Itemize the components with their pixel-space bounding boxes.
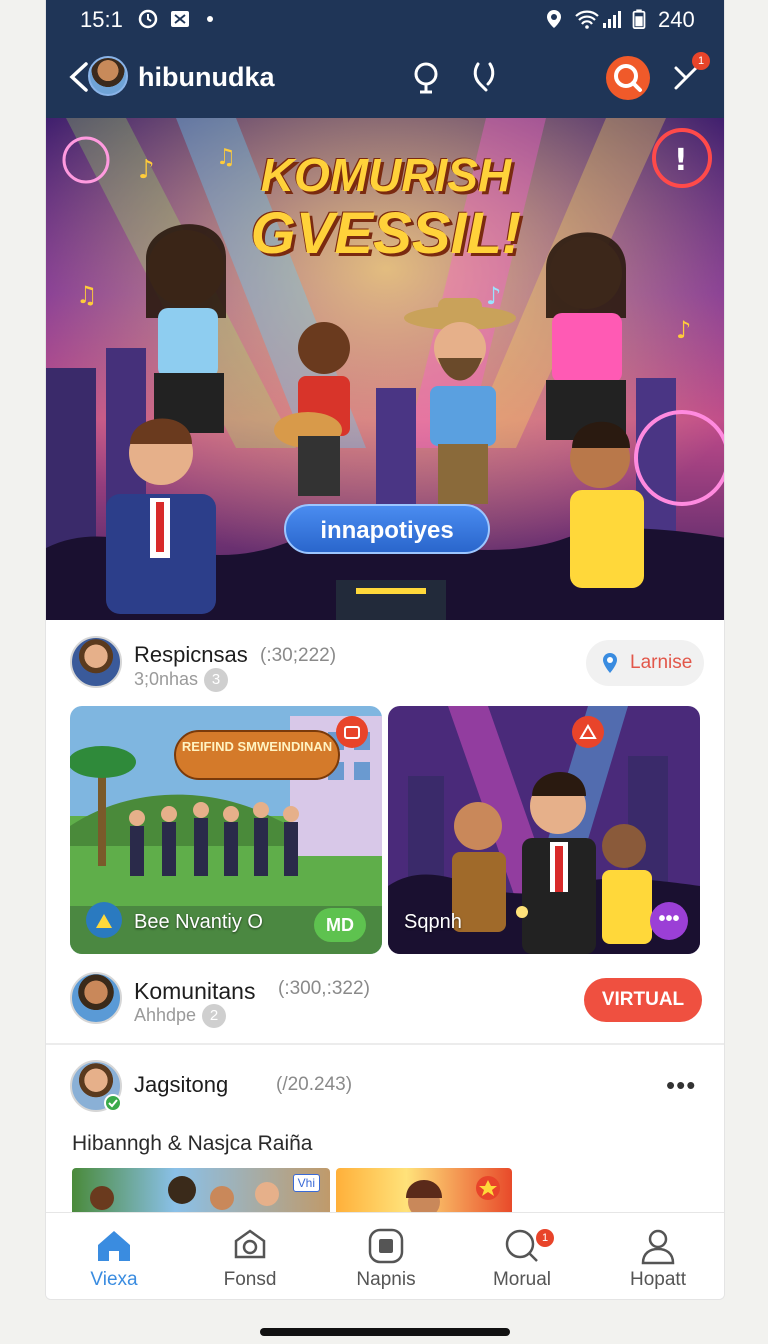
post1-sub-text: 3;0nhas — [134, 668, 199, 689]
post1-meta: (:30;222) — [260, 645, 337, 666]
back-arrow-icon[interactable] — [68, 62, 90, 92]
post3-header: Jagsitong (/20.243) — [70, 1060, 710, 1120]
post1-name[interactable]: Respicnsas — [134, 642, 248, 668]
app-header: hibunudka 1 — [46, 48, 724, 110]
post2-meta: (:300,:322) — [278, 978, 370, 999]
hero-title-line2: GVESSIL! — [250, 201, 522, 266]
media-card-1[interactable]: REIFIND SMWEINDINAN Bee Nvantiy O MD — [70, 706, 382, 954]
nav-home[interactable]: Viexa — [46, 1213, 182, 1299]
search-magnifier-icon — [614, 64, 642, 92]
media-card-2[interactable]: Sqpnh ••• — [388, 706, 700, 954]
location-pill-button[interactable]: Larnise — [586, 640, 704, 686]
virtual-button[interactable]: VIRTUAL — [584, 978, 702, 1022]
post1-sub: 3;0nhas 3 — [134, 668, 229, 692]
card1-tag[interactable]: MD — [314, 908, 366, 942]
location-pill-label: Larnise — [630, 652, 693, 673]
hero-pill-button[interactable]: innapotiyes — [284, 504, 490, 554]
post3-meta: (/20.243) — [276, 1074, 353, 1095]
card2-alert-badge[interactable] — [572, 716, 604, 748]
thumbnail-badge: Vhi — [292, 1174, 320, 1192]
hero-banner[interactable]: ♪ ♫ ♫ ♪ ♪ ! KOMURISH GVESSIL! innapotiye… — [46, 118, 724, 620]
hero-title-line1: KOMURISH — [260, 149, 512, 201]
nav-napnis-label: Napnis — [356, 1269, 416, 1290]
post1-avatar[interactable] — [70, 636, 122, 688]
nav-hopatt-label: Hopatt — [630, 1269, 686, 1290]
post3-name[interactable]: Jagsitong — [134, 1072, 228, 1098]
section-divider — [46, 1043, 724, 1045]
status-time: 15:1 — [80, 7, 123, 32]
svg-text:♪: ♪ — [486, 282, 501, 310]
location-icon — [547, 10, 561, 28]
square-icon — [368, 1228, 404, 1264]
microphone-icon[interactable] — [468, 60, 502, 94]
nav-home-label: Viexa — [90, 1269, 138, 1290]
post3-caption: Hibanngh & Nasjca Raiña — [72, 1132, 313, 1155]
nav-morual-badge: 1 — [536, 1229, 554, 1247]
header-title: hibunudka — [138, 62, 275, 92]
post1-count-badge: 3 — [204, 668, 229, 692]
alarm-icon — [138, 9, 158, 29]
post3-thumbnail-1[interactable]: Vhi — [72, 1168, 330, 1214]
card2-label: Sqpnh — [404, 911, 462, 933]
verified-icon — [104, 1094, 122, 1112]
search-icon[interactable] — [410, 60, 444, 94]
nav-morual[interactable]: 1 Morual — [454, 1213, 590, 1299]
post3-more-button[interactable]: ••• — [666, 1070, 696, 1101]
performer-photo-illustration — [406, 1176, 500, 1214]
battery-icon — [632, 9, 646, 29]
nav-morual-label: Morual — [492, 1269, 552, 1290]
app-notification-icon — [171, 11, 189, 27]
top-bar: 15:1 240 hibunudka 1 — [46, 0, 724, 118]
wifi-icon — [575, 10, 599, 29]
nav-fonsd[interactable]: Fonsd — [182, 1213, 318, 1299]
post2-sub: Ahhdpe 2 — [134, 1004, 227, 1028]
camera-icon — [234, 1229, 266, 1259]
signal-icon — [603, 11, 621, 28]
post2-avatar[interactable] — [70, 972, 122, 1024]
card1-camera-badge[interactable] — [336, 716, 368, 748]
home-indicator[interactable] — [260, 1328, 510, 1336]
person-alert-icon — [579, 724, 597, 739]
header-avatar[interactable] — [88, 56, 128, 96]
battery-level: 240 — [658, 7, 695, 32]
status-bar: 15:1 240 — [46, 0, 724, 40]
nav-hopatt[interactable]: Hopatt — [590, 1213, 724, 1299]
camera-icon — [344, 726, 360, 739]
search-button[interactable] — [606, 56, 650, 100]
svg-text:♪: ♪ — [676, 316, 691, 344]
profile-icon — [641, 1229, 675, 1265]
group-photo-illustration — [90, 1176, 279, 1210]
post2-name[interactable]: Komunitans — [134, 978, 255, 1005]
post2-count-badge: 2 — [202, 1004, 227, 1028]
bottom-nav: Viexa Fonsd Napnis 1 Morual Hopatt — [46, 1212, 724, 1299]
speech-bubble: REIFIND SMWEINDINAN — [174, 730, 340, 780]
chat-icon — [505, 1229, 538, 1262]
notification-badge: 1 — [692, 52, 710, 70]
map-pin-icon — [603, 653, 617, 673]
dot-icon — [207, 16, 213, 22]
post2-sub-text: Ahhdpe — [134, 1004, 197, 1025]
nav-fonsd-label: Fonsd — [223, 1269, 277, 1290]
nav-napnis[interactable]: Napnis — [318, 1213, 454, 1299]
card2-more-button[interactable]: ••• — [650, 902, 688, 940]
card1-label: Bee Nvantiy O — [134, 911, 263, 933]
svg-text:♫: ♫ — [76, 281, 98, 309]
home-icon — [98, 1231, 130, 1261]
card1-avatar-icon — [86, 902, 122, 938]
post3-thumbnail-2[interactable] — [336, 1168, 512, 1214]
phone-screen: 15:1 240 hibunudka 1 ♪ ♫ ♫ ♪ ♪ ! KOMURIS… — [45, 0, 725, 1300]
